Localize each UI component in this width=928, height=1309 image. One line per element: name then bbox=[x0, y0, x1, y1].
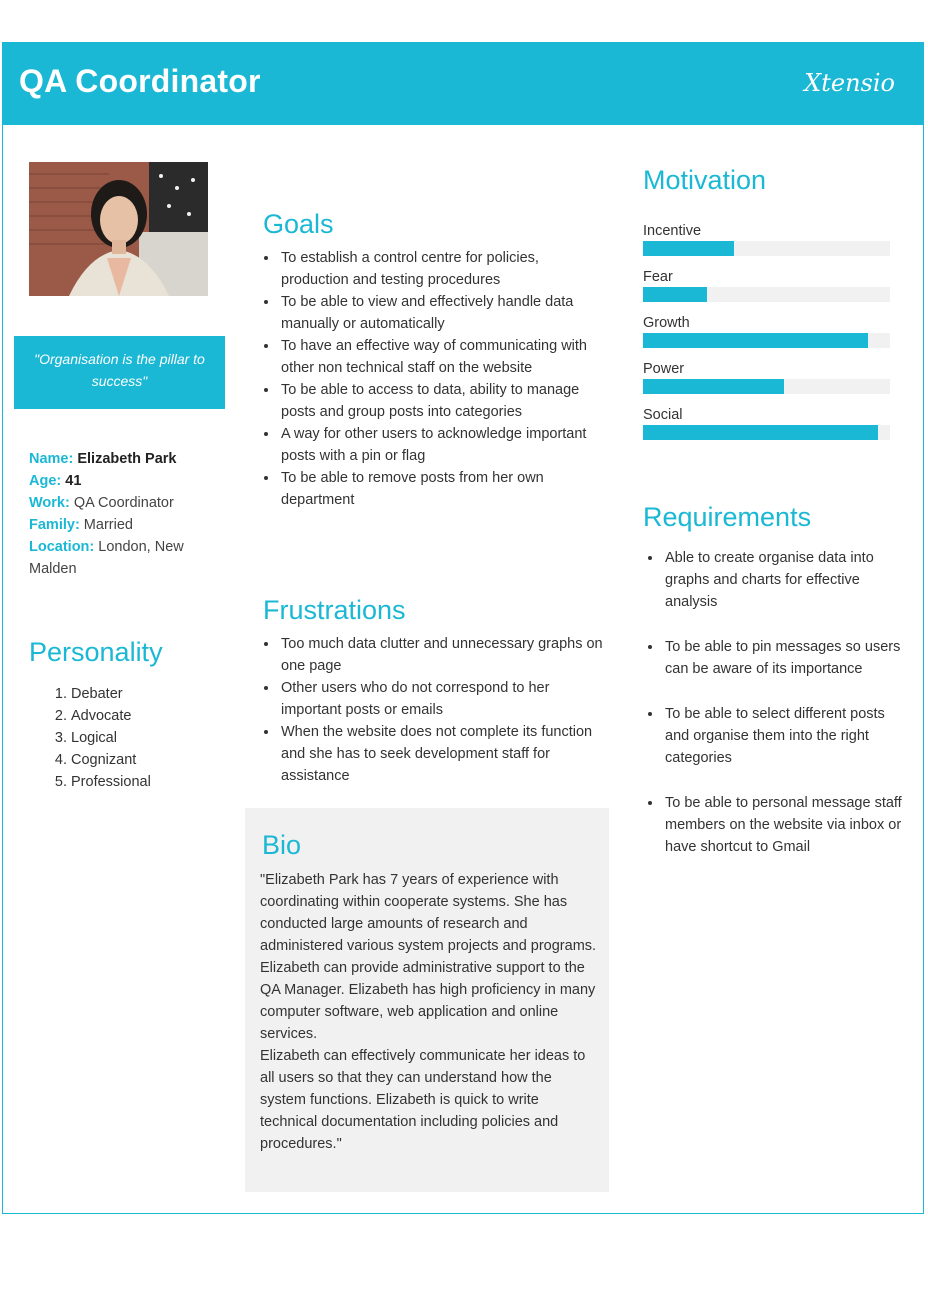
work-value: QA Coordinator bbox=[73, 495, 174, 511]
motivation-row: Fear bbox=[643, 267, 893, 313]
motivation-track bbox=[643, 333, 890, 348]
personality-item: Advocate bbox=[71, 705, 151, 727]
motivation-track bbox=[643, 379, 890, 394]
family-row: Family: Married bbox=[29, 517, 133, 533]
motivation-row: Incentive bbox=[643, 221, 893, 267]
motivation-label: Fear bbox=[643, 269, 673, 285]
personality-list: DebaterAdvocateLogicalCognizantProfessio… bbox=[37, 683, 151, 793]
profile-photo bbox=[29, 162, 208, 296]
motivation-fill bbox=[643, 333, 868, 348]
requirement-item: To be able to pin messages so users can … bbox=[663, 636, 907, 680]
motivation-track bbox=[643, 241, 890, 256]
bio-heading: Bio bbox=[262, 830, 302, 860]
requirements-heading: Requirements bbox=[643, 502, 812, 532]
location-label: Location bbox=[29, 539, 90, 555]
goal-item: To be able to remove posts from her own … bbox=[279, 467, 608, 511]
goals-heading: Goals bbox=[263, 209, 334, 239]
frustration-item: Too much data clutter and unnecessary gr… bbox=[279, 633, 608, 677]
motivation-label: Social bbox=[643, 407, 683, 423]
age-value: 41 bbox=[65, 473, 82, 489]
motivation-row: Power bbox=[643, 359, 893, 405]
requirement-item: Able to create organise data into graphs… bbox=[663, 547, 907, 613]
goal-item: To have an effective way of communicatin… bbox=[279, 335, 608, 379]
motivation-track bbox=[643, 425, 890, 440]
work-label: Work bbox=[29, 495, 65, 511]
bio-paragraph: Elizabeth can effectively communicate he… bbox=[260, 1048, 586, 1152]
age-label: Age bbox=[29, 473, 57, 489]
persona-quote: "Organisation is the pillar to success" bbox=[14, 336, 225, 409]
frustration-item: When the website does not complete its f… bbox=[279, 721, 608, 787]
work-row: Work: QA Coordinator bbox=[29, 495, 174, 511]
profile-info: Name: Elizabeth Park Age: 41 Work: QA Co… bbox=[29, 448, 219, 580]
goal-item: To be able to view and effectively handl… bbox=[279, 291, 608, 335]
motivation-heading: Motivation bbox=[643, 165, 767, 195]
motivation-fill bbox=[643, 241, 735, 256]
requirements-list: Able to create organise data into graphs… bbox=[647, 547, 907, 858]
header-bar: QA Coordinator Xtensio bbox=[3, 43, 923, 125]
motivation-fill bbox=[643, 287, 708, 302]
personality-item: Cognizant bbox=[71, 749, 151, 771]
name-value: Elizabeth Park bbox=[77, 451, 177, 467]
brand-logo[interactable]: Xtensio bbox=[804, 69, 895, 97]
requirements-section: Able to create organise data into graphs… bbox=[647, 547, 907, 881]
motivation-label: Growth bbox=[643, 315, 690, 331]
motivation-bars: Incentive Fear Growth Power Social bbox=[643, 221, 893, 451]
motivation-label: Power bbox=[643, 361, 685, 377]
persona-card: QA Coordinator Xtensio "Organisation is … bbox=[2, 42, 924, 1214]
personality-item: Professional bbox=[71, 771, 151, 793]
frustrations-heading: Frustrations bbox=[263, 595, 406, 625]
goal-item: To be able to access to data, ability to… bbox=[279, 379, 608, 423]
page-title: QA Coordinator bbox=[19, 63, 261, 99]
age-row: Age: 41 bbox=[29, 473, 82, 489]
personality-item: Logical bbox=[71, 727, 151, 749]
motivation-fill bbox=[643, 425, 878, 440]
requirement-item: To be able to select different posts and… bbox=[663, 703, 907, 769]
location-row: Location: London, New Malden bbox=[29, 539, 184, 577]
motivation-row: Social bbox=[643, 405, 893, 451]
requirement-item: To be able to personal message staff mem… bbox=[663, 792, 907, 858]
bio-text: "Elizabeth Park has 7 years of experienc… bbox=[260, 869, 600, 1155]
motivation-track bbox=[643, 287, 890, 302]
frustration-item: Other users who do not correspond to her… bbox=[279, 677, 608, 721]
motivation-row: Growth bbox=[643, 313, 893, 359]
goals-list: To establish a control centre for polici… bbox=[263, 247, 608, 511]
name-row: Name: Elizabeth Park bbox=[29, 451, 177, 467]
frustrations-section: Frustrations Too much data clutter and u… bbox=[263, 593, 608, 787]
family-value: Married bbox=[83, 517, 133, 533]
family-label: Family bbox=[29, 517, 75, 533]
bio-paragraph: "Elizabeth Park has 7 years of experienc… bbox=[260, 872, 597, 954]
personality-heading: Personality bbox=[29, 637, 163, 667]
bio-paragraph: Elizabeth can provide administrative sup… bbox=[260, 960, 596, 1042]
personality-item: Debater bbox=[71, 683, 151, 705]
motivation-fill bbox=[643, 379, 784, 394]
goals-section: Goals To establish a control centre for … bbox=[263, 207, 608, 511]
goal-item: To establish a control centre for polici… bbox=[279, 247, 608, 291]
motivation-label: Incentive bbox=[643, 223, 702, 239]
bio-panel: Bio "Elizabeth Park has 7 years of exper… bbox=[245, 808, 609, 1192]
goal-item: A way for other users to acknowledge imp… bbox=[279, 423, 608, 467]
frustrations-list: Too much data clutter and unnecessary gr… bbox=[263, 633, 608, 787]
name-label: Name bbox=[29, 451, 69, 467]
